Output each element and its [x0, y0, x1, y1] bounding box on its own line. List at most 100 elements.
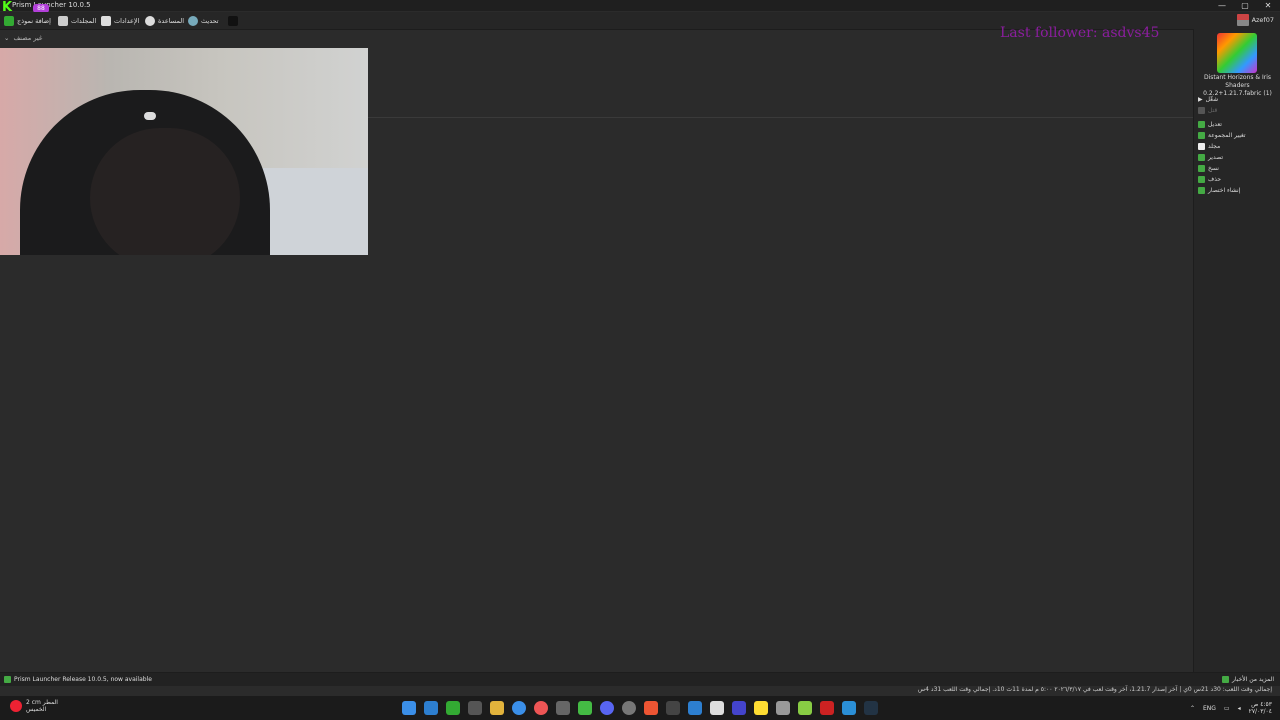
folder-icon [58, 16, 68, 26]
sticky-notes-icon[interactable] [754, 701, 768, 715]
settings-button[interactable]: الإعدادات [101, 14, 139, 28]
vscode-icon[interactable] [688, 701, 702, 715]
settings-icon [101, 16, 111, 26]
add-instance-icon [4, 16, 14, 26]
clock-date: ٢٧/٠٣/٠٤ [1248, 708, 1272, 715]
delete-button[interactable]: حذف [1198, 176, 1221, 183]
file-explorer-icon[interactable] [490, 701, 504, 715]
weather-widget[interactable]: 2 cm المطر الخميس [10, 699, 58, 713]
add-instance-label: إضافة نموذج [17, 17, 51, 25]
folder-icon [1198, 143, 1205, 150]
add-instance-button[interactable]: إضافة نموذج [4, 14, 51, 28]
avatar [1236, 14, 1249, 26]
acrobat-icon[interactable] [820, 701, 834, 715]
webcam-light [144, 112, 156, 120]
webcam-overlay [0, 48, 368, 255]
instance-sidebar: Distant Horizons & Iris Shaders 0.2.2+1.… [1193, 29, 1280, 672]
instance-icon[interactable] [1217, 33, 1257, 73]
play-icon: ▶ [1198, 96, 1203, 103]
copy-button[interactable]: نسخ [1198, 165, 1219, 172]
copy-icon [1198, 165, 1205, 172]
update-notice-text: Prism Launcher Release 10.0.5, now avail… [14, 676, 152, 683]
news-button[interactable]: المزيد من الأخبار [1221, 676, 1274, 683]
chevron-down-icon: ⌄ [4, 34, 10, 42]
update-notice[interactable]: Prism Launcher Release 10.0.5, now avail… [4, 676, 152, 683]
news-label: المزيد من الأخبار [1231, 676, 1274, 683]
clock[interactable]: ٤:٥٣ ص ٢٧/٠٣/٠٤ [1249, 701, 1272, 715]
weather-icon [10, 700, 22, 712]
help-button[interactable]: المساعدة [145, 14, 184, 28]
account-button[interactable]: Azef07 [1236, 14, 1274, 26]
minecraft-icon[interactable] [446, 701, 460, 715]
calculator-icon[interactable] [710, 701, 724, 715]
playtime-text: إجمالي وقت اللعب: 30د 21س 0ي | آخر إصدار… [917, 686, 1272, 693]
launch-button[interactable]: ▶ شغّل [1198, 96, 1218, 103]
chevron-up-icon[interactable]: ⌃ [1190, 705, 1195, 712]
export-label: تصدير [1208, 154, 1224, 161]
last-follower-overlay: Last follower: asdvs45 [1000, 25, 1160, 41]
kill-label: قتل [1208, 107, 1218, 114]
volume-icon[interactable]: ◂ [1238, 705, 1241, 712]
folder-button[interactable]: مجلد [1198, 143, 1220, 150]
edit-label: تعديل [1208, 121, 1222, 128]
group-header[interactable]: ⌄ غير مصنف [4, 34, 42, 42]
folders-button[interactable]: المجلدات [58, 14, 96, 28]
group-label: غير مصنف [13, 34, 43, 42]
news-icon [1221, 676, 1229, 683]
taskbar-apps [402, 701, 878, 715]
notice-icon [4, 676, 11, 683]
webcam-head [90, 128, 240, 255]
brave-icon[interactable] [644, 701, 658, 715]
update-icon [188, 16, 198, 26]
bitwarden-icon[interactable] [732, 701, 746, 715]
kill-icon [1198, 107, 1205, 114]
stack-icon[interactable] [798, 701, 812, 715]
group-icon [1198, 132, 1205, 139]
discord-icon[interactable] [600, 701, 614, 715]
obs-icon[interactable] [622, 701, 636, 715]
firefox-icon[interactable] [534, 701, 548, 715]
steam-icon[interactable] [864, 701, 878, 715]
language-indicator[interactable]: ENG [1203, 705, 1216, 712]
update-label: تحديث [201, 17, 219, 25]
tool-icon[interactable] [468, 701, 482, 715]
photo-app-icon[interactable] [578, 701, 592, 715]
edit-icon [1198, 121, 1205, 128]
folders-label: المجلدات [71, 17, 97, 25]
copy-label: نسخ [1208, 165, 1219, 172]
username: Azef07 [1251, 16, 1274, 24]
help-icon [145, 16, 155, 26]
help-label: المساعدة [158, 17, 185, 25]
delete-label: حذف [1208, 176, 1222, 183]
store-icon[interactable] [842, 701, 856, 715]
chrome-icon[interactable] [512, 701, 526, 715]
network-icon[interactable]: ▭ [1224, 705, 1230, 712]
change-group-button[interactable]: تغيير المجموعة [1198, 132, 1246, 139]
edit-button[interactable]: تعديل [1198, 121, 1222, 128]
maximize-button[interactable]: ▢ [1233, 0, 1257, 11]
blender-icon[interactable] [666, 701, 680, 715]
update-button[interactable]: تحديث [188, 14, 219, 28]
minimize-button[interactable]: — [1210, 0, 1234, 11]
shortcut-icon [1198, 187, 1205, 194]
cat-icon [228, 16, 238, 26]
close-button[interactable]: ✕ [1256, 0, 1280, 11]
create-shortcut-button[interactable]: إنشاء اختصار [1198, 187, 1240, 194]
status-bar: Prism Launcher Release 10.0.5, now avail… [0, 672, 1280, 686]
taskbar: 2 cm المطر الخميس ⌃ ENG ▭ ◂ ٤:٥٣ ص ٢٧/٠٣… [0, 696, 1280, 720]
delete-icon [1198, 176, 1205, 183]
start-icon[interactable] [402, 701, 416, 715]
divider [368, 117, 1193, 118]
launch-label: شغّل [1205, 96, 1219, 103]
task-view-icon[interactable] [424, 701, 438, 715]
cat-button[interactable] [228, 14, 238, 28]
title-bar: Prism Launcher 10.0.5 — ▢ ✕ [0, 0, 1280, 11]
tool2-icon[interactable] [776, 701, 790, 715]
create-shortcut-label: إنشاء اختصار [1208, 187, 1241, 194]
clock-time: ٤:٥٣ ص [1251, 701, 1272, 708]
export-button[interactable]: تصدير [1198, 154, 1223, 161]
prism-launcher-icon[interactable] [556, 701, 570, 715]
kill-button[interactable]: قتل [1198, 107, 1217, 114]
weather-desc: الخميس [26, 706, 47, 713]
change-group-label: تغيير المجموعة [1208, 132, 1246, 139]
